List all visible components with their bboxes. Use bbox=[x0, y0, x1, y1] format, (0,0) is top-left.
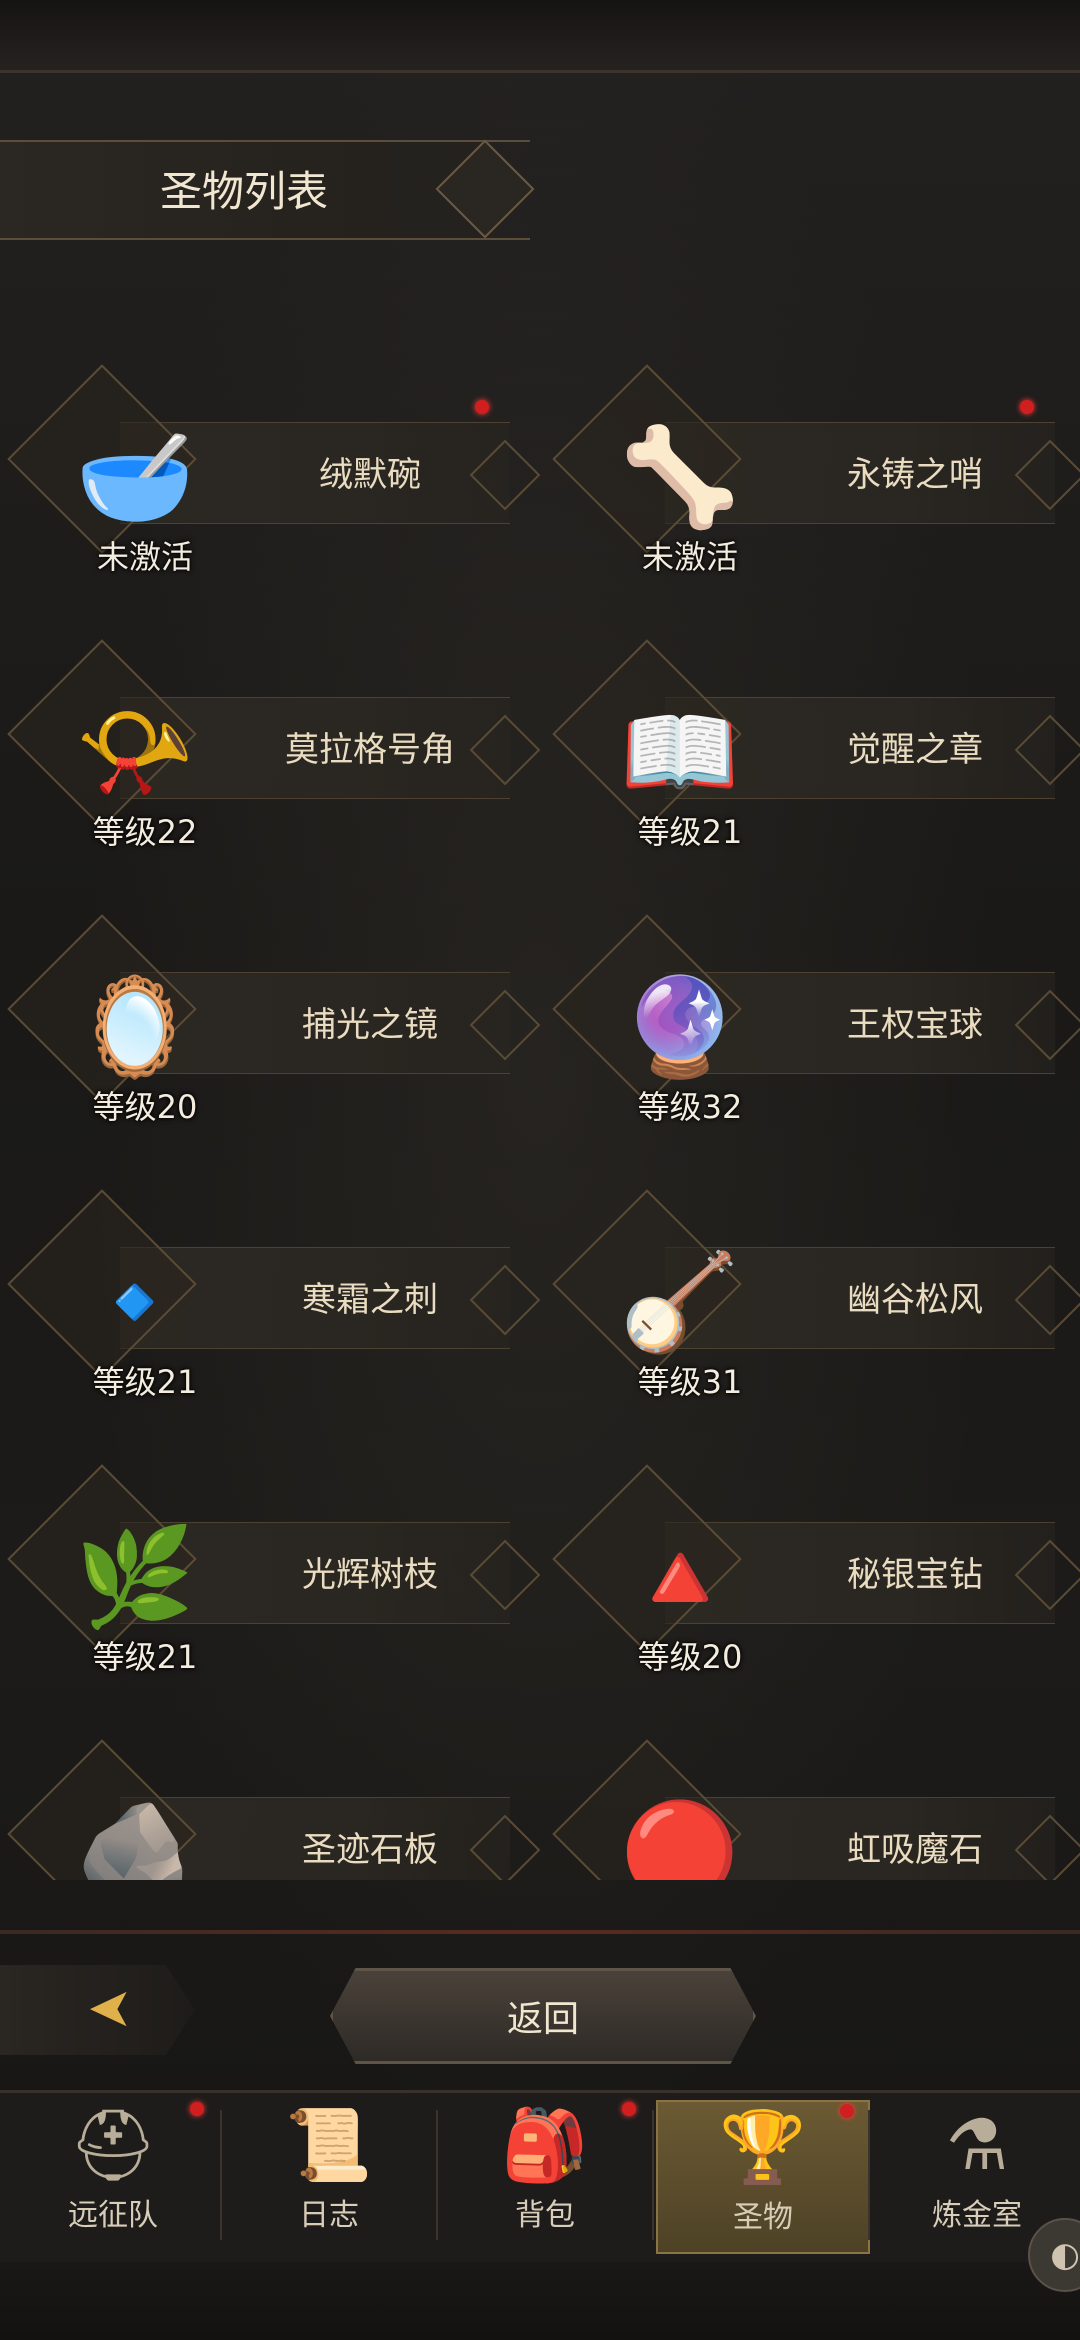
relic-card[interactable]: 🪞 捕光之镜 等级20 bbox=[0, 912, 541, 1162]
tab-separator bbox=[436, 2110, 438, 2240]
tome-icon: 📖 bbox=[620, 695, 740, 808]
relic-name: 觉醒之章 bbox=[847, 730, 983, 770]
relic-status: 等级20 bbox=[637, 1638, 743, 1676]
relic-status: 等级21 bbox=[92, 1638, 198, 1676]
tab-label: 背包 bbox=[515, 2198, 575, 2233]
relic-name: 圣迹石板 bbox=[302, 1830, 438, 1870]
tab-label: 远征队 bbox=[68, 2198, 158, 2233]
red-dot-badge bbox=[475, 400, 489, 414]
banner-diamond-ornament bbox=[435, 139, 535, 239]
tab-bag[interactable]: 🎒 背包 bbox=[440, 2100, 650, 2250]
relic-status: 等级32 bbox=[637, 1088, 743, 1126]
relic-card[interactable]: 🔮 王权宝球 等级32 bbox=[545, 912, 1080, 1162]
lute-icon: 🪕 bbox=[620, 1245, 740, 1358]
relic-card[interactable]: 🪨 圣迹石板 bbox=[0, 1737, 541, 1881]
relic-name: 莫拉格号角 bbox=[285, 730, 455, 770]
red-dot-badge bbox=[622, 2102, 636, 2116]
relic-name: 永铸之哨 bbox=[847, 455, 983, 495]
relic-name: 捕光之镜 bbox=[302, 1005, 438, 1045]
arrow-left-icon[interactable]: ➤ bbox=[60, 1976, 160, 2039]
pyramid-icon: 🔺 bbox=[620, 1520, 740, 1633]
red-dot-badge bbox=[190, 2102, 204, 2116]
relic-status: 未激活 bbox=[96, 538, 193, 576]
alchemy-icon: ⚗ bbox=[945, 2104, 1009, 2186]
red-stone-icon: 🔴 bbox=[620, 1795, 740, 1881]
relic-card[interactable]: 🦴 永铸之哨 未激活 bbox=[545, 362, 1080, 612]
bowl-icon: 🥣 bbox=[75, 420, 195, 533]
tab-chalice[interactable]: 🏆 圣物 bbox=[656, 2100, 870, 2254]
orb-icon: 🔮 bbox=[620, 970, 740, 1083]
relic-name: 幽谷松风 bbox=[847, 1280, 983, 1320]
branch-icon: 🌿 bbox=[75, 1520, 195, 1633]
relic-status: 等级20 bbox=[92, 1088, 198, 1126]
red-dot-badge bbox=[1020, 400, 1034, 414]
tab-helmet[interactable]: ⛑ 远征队 bbox=[8, 2100, 218, 2250]
tab-separator bbox=[652, 2110, 654, 2240]
relic-name: 绒默碗 bbox=[319, 455, 421, 495]
mirror-icon: 🪞 bbox=[75, 970, 195, 1083]
bag-icon: 🎒 bbox=[501, 2104, 589, 2186]
relic-name: 虹吸魔石 bbox=[847, 1830, 983, 1870]
horn-icon: 📯 bbox=[75, 695, 195, 808]
tab-label: 圣物 bbox=[733, 2200, 793, 2235]
tab-separator bbox=[868, 2110, 870, 2240]
relic-card[interactable]: 🌿 光辉树枝 等级21 bbox=[0, 1462, 541, 1712]
relic-name: 秘银宝钻 bbox=[847, 1555, 983, 1595]
relic-card[interactable]: 📯 莫拉格号角 等级22 bbox=[0, 637, 541, 887]
relic-list[interactable]: 🥣 绒默碗 未激活 🦴 永铸之哨 未激活 📯 莫拉格号角 等级22 📖 觉醒之章… bbox=[0, 360, 1080, 1880]
tab-separator bbox=[220, 2110, 222, 2240]
tab-label: 日志 bbox=[299, 2198, 359, 2233]
footer-divider bbox=[0, 1930, 1080, 1934]
ice-shard-icon: 🔹 bbox=[75, 1245, 195, 1358]
relic-status: 等级21 bbox=[92, 1363, 198, 1401]
back-button[interactable]: 返回 bbox=[330, 1968, 756, 2064]
relic-card[interactable]: 🔹 寒霜之刺 等级21 bbox=[0, 1187, 541, 1437]
relic-name: 光辉树枝 bbox=[302, 1555, 438, 1595]
chalice-icon: 🏆 bbox=[719, 2106, 807, 2188]
relic-card[interactable]: 🔺 秘银宝钻 等级20 bbox=[545, 1462, 1080, 1712]
top-border bbox=[0, 0, 1080, 73]
red-dot-badge bbox=[840, 2104, 854, 2118]
stone-tablet-icon: 🪨 bbox=[75, 1795, 195, 1881]
relic-status: 等级31 bbox=[637, 1363, 743, 1401]
bottom-strip bbox=[0, 2262, 1080, 2340]
relic-card[interactable]: 📖 觉醒之章 等级21 bbox=[545, 637, 1080, 887]
relic-card[interactable]: 🥣 绒默碗 未激活 bbox=[0, 362, 541, 612]
relic-status: 等级21 bbox=[637, 813, 743, 851]
tab-scroll[interactable]: 📜 日志 bbox=[224, 2100, 434, 2250]
whistle-icon: 🦴 bbox=[620, 420, 740, 533]
scroll-icon: 📜 bbox=[285, 2104, 373, 2186]
relic-name: 寒霜之刺 bbox=[302, 1280, 438, 1320]
relic-name: 王权宝球 bbox=[847, 1005, 983, 1045]
relic-card[interactable]: 🪕 幽谷松风 等级31 bbox=[545, 1187, 1080, 1437]
relic-status: 未激活 bbox=[641, 538, 738, 576]
helmet-icon: ⛑ bbox=[68, 2104, 158, 2186]
relic-card[interactable]: 🔴 虹吸魔石 bbox=[545, 1737, 1080, 1880]
relic-status: 等级22 bbox=[92, 813, 198, 851]
page-title: 圣物列表 bbox=[160, 167, 329, 216]
